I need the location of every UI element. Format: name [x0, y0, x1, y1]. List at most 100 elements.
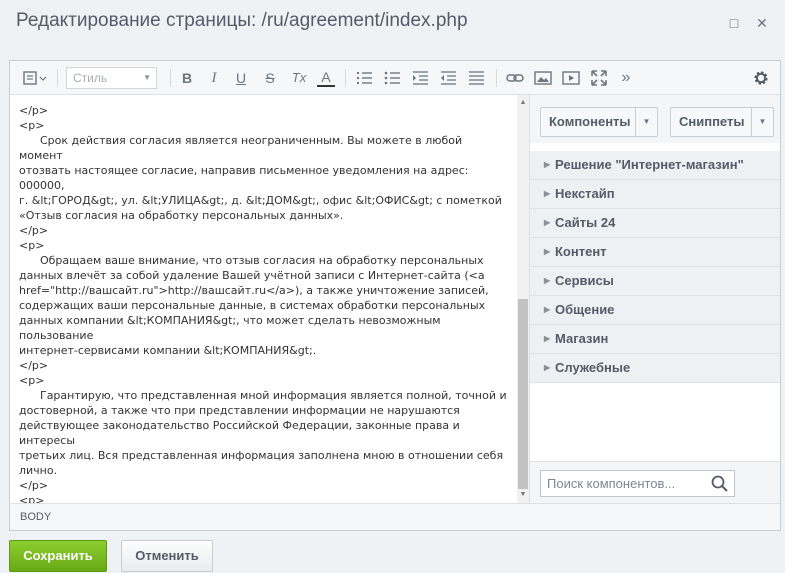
edit-page-dialog: Редактирование страницы: /ru/agreement/i… [0, 0, 785, 573]
tree-item[interactable]: ▶ Сервисы [530, 267, 780, 296]
scroll-thumb[interactable] [518, 299, 528, 489]
code-line: <p> [19, 119, 45, 132]
ordered-list-icon [357, 72, 372, 84]
tree-item-label: Сайты 24 [555, 215, 616, 230]
fullscreen-icon [591, 70, 607, 86]
code-line: отозвать настоящее согласие, направив пи… [19, 164, 472, 192]
components-button-label: Компоненты [549, 114, 631, 129]
code-line: href="http://вашсайт.ru">http://вашсайт.… [19, 284, 489, 297]
toolbar-separator [170, 69, 171, 87]
editor-toolbar: Стиль ▼ B I U S Tx A » [10, 61, 780, 95]
image-icon [534, 71, 552, 85]
indent-button[interactable] [411, 67, 431, 89]
tree-item[interactable]: ▶ Служебные [530, 354, 780, 383]
code-line: Срок действия согласия является неограни… [19, 134, 466, 162]
toolbar-separator [57, 69, 58, 87]
html-editor: Стиль ▼ B I U S Tx A » </p> <p> Срок дей… [9, 60, 781, 531]
style-select[interactable]: Стиль ▼ [66, 67, 157, 89]
bold-button[interactable]: B [178, 67, 196, 89]
strikethrough-button[interactable]: S [261, 67, 279, 89]
chevron-right-icon: ▶ [544, 276, 551, 285]
tree-item[interactable]: ▶ Сайты 24 [530, 209, 780, 238]
snippets-button[interactable]: Сниппеты ▼ [670, 107, 774, 137]
components-panel: Компоненты ▼ Сниппеты ▼ ▶ Решение "Интерн… [530, 95, 780, 503]
code-editor-area[interactable]: </p> <p> Срок действия согласия является … [10, 95, 517, 503]
chevron-down-icon[interactable]: ▼ [635, 108, 657, 136]
components-tree: ▶ Решение "Интернет-магазин" ▶ Некстайп ▶ Сай… [530, 151, 780, 383]
outdent-button[interactable] [439, 67, 459, 89]
chevron-right-icon: ▶ [544, 334, 551, 343]
fullscreen-button[interactable] [588, 67, 610, 89]
code-scrollbar[interactable]: ▲ ▼ [517, 95, 529, 503]
chevron-down-icon[interactable]: ▼ [751, 108, 773, 136]
code-line: данных компании &lt;КОМПАНИЯ&gt;, что мо… [19, 314, 445, 342]
dialog-title: Редактирование страницы: /ru/agreement/i… [16, 10, 468, 31]
save-button[interactable]: Сохранить [9, 540, 107, 572]
tree-item-label: Контент [555, 244, 607, 259]
tree-item[interactable]: ▶ Решение "Интернет-магазин" [530, 151, 780, 180]
tree-item-label: Некстайп [555, 186, 615, 201]
mode-switch-button[interactable] [18, 67, 50, 89]
align-justify-icon [469, 71, 484, 85]
tree-item[interactable]: ▶ Некстайп [530, 180, 780, 209]
code-line: «Отзыв согласия на обработку персональны… [19, 209, 344, 222]
chevron-right-icon: ▶ [544, 160, 551, 169]
settings-button[interactable] [750, 67, 772, 89]
close-icon[interactable]: ✕ [753, 14, 771, 32]
chevron-right-icon: ▶ [544, 363, 551, 372]
code-line: <p> [19, 494, 45, 503]
component-search-input[interactable] [540, 470, 735, 497]
toolbar-separator [345, 69, 346, 87]
ordered-list-button[interactable] [355, 67, 375, 89]
code-line: третьих лиц. Вся представленная информац… [19, 449, 504, 462]
align-justify-button[interactable] [467, 67, 487, 89]
maximize-icon[interactable]: □ [725, 14, 743, 32]
clear-format-button[interactable]: Tx [289, 67, 309, 89]
tree-item[interactable]: ▶ Контент [530, 238, 780, 267]
video-icon [562, 71, 580, 85]
tree-item-label: Служебные [555, 360, 631, 375]
tree-item-label: Сервисы [555, 273, 614, 288]
underline-button[interactable]: U [232, 67, 250, 89]
unordered-list-button[interactable] [383, 67, 403, 89]
code-line: </p> [19, 359, 49, 372]
video-button[interactable] [560, 67, 582, 89]
outdent-icon [441, 71, 456, 85]
chevron-right-icon: ▶ [544, 247, 551, 256]
element-path-bar[interactable]: BODY [10, 503, 780, 530]
tree-item-label: Магазин [555, 331, 609, 346]
scroll-down-icon[interactable]: ▼ [517, 489, 529, 501]
toolbar-separator [496, 69, 497, 87]
mode-icon [23, 71, 47, 85]
source-code-text[interactable]: </p> <p> Срок действия согласия является … [19, 95, 509, 503]
components-panel-header: Компоненты ▼ Сниппеты ▼ [530, 95, 780, 143]
code-line: данных влечёт за собой удаление Вашей уч… [19, 269, 485, 282]
image-button[interactable] [532, 67, 554, 89]
dialog-titlebar[interactable]: Редактирование страницы: /ru/agreement/i… [0, 0, 785, 46]
gear-icon [754, 71, 768, 85]
code-line: Обращаем ваше внимание, что отзыв соглас… [19, 254, 484, 267]
code-line: содержащих ваши персональные данные, в с… [19, 299, 486, 312]
indent-icon [413, 71, 428, 85]
italic-button[interactable]: I [205, 67, 223, 89]
components-button[interactable]: Компоненты ▼ [540, 107, 658, 137]
code-line: интернет-сервисами компании &lt;КОМПАНИЯ… [19, 344, 317, 357]
code-line: действующее законодательство Российской … [19, 419, 464, 447]
scroll-up-icon[interactable]: ▲ [517, 97, 529, 109]
search-icon[interactable] [710, 474, 730, 494]
cancel-button[interactable]: Отменить [121, 540, 213, 572]
chevron-right-icon: ▶ [544, 218, 551, 227]
tree-item[interactable]: ▶ Магазин [530, 325, 780, 354]
code-line: <p> [19, 374, 45, 387]
code-line: </p> [19, 104, 49, 117]
font-color-button[interactable]: A [317, 67, 335, 87]
unordered-list-icon [384, 71, 400, 85]
code-line: г. &lt;ГОРОД&gt;, ул. &lt;УЛИЦА&gt;, д. … [19, 194, 502, 207]
tree-item[interactable]: ▶ Общение [530, 296, 780, 325]
code-line: <p> [19, 239, 45, 252]
tree-item-label: Решение "Интернет-магазин" [555, 157, 744, 172]
link-icon [506, 74, 524, 82]
link-button[interactable] [504, 67, 526, 89]
more-tools-button[interactable]: » [617, 67, 635, 89]
